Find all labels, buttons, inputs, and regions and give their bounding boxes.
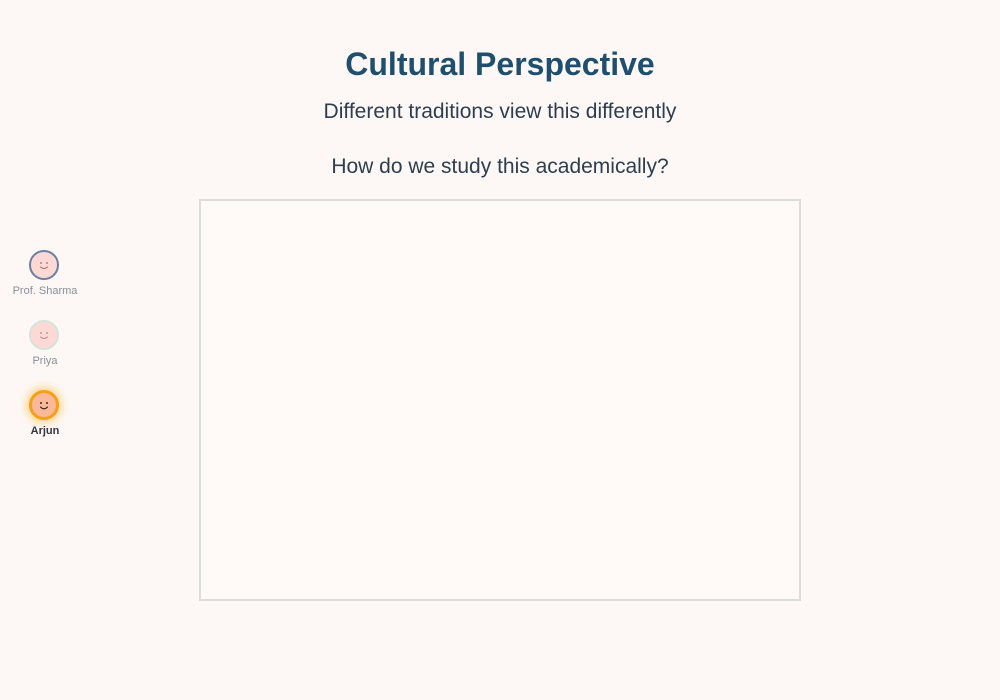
slide-question: How do we study this academically? [331, 155, 669, 178]
avatar[interactable] [29, 390, 59, 420]
speaker-name: Priya [32, 355, 58, 367]
speaker-name: Arjun [30, 425, 60, 437]
speaker-name: Prof. Sharma [12, 285, 78, 297]
slide-title: Cultural Perspective [345, 46, 655, 82]
smiley-face-icon [39, 402, 49, 410]
smiley-face-icon [40, 262, 48, 269]
content-stage [199, 199, 801, 601]
avatar[interactable] [29, 320, 59, 350]
avatar[interactable] [29, 250, 59, 280]
smiley-face-icon [40, 332, 48, 339]
slide-subtitle: Different traditions view this different… [323, 100, 677, 123]
